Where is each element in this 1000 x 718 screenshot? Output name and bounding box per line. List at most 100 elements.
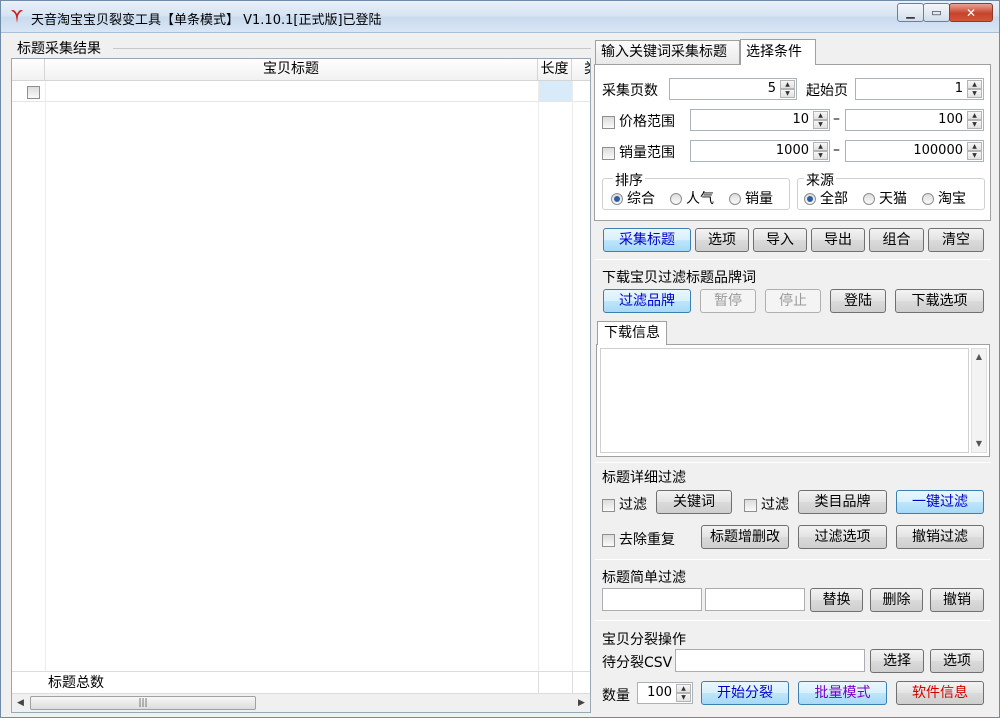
group-divider	[113, 48, 591, 49]
sort-radio-overall[interactable]: 综合	[611, 188, 655, 208]
scroll-up-icon[interactable]: ▲	[972, 349, 986, 365]
tab-keyword-collect[interactable]: 输入关键词采集标题	[595, 40, 740, 65]
combine-button[interactable]: 组合	[869, 228, 924, 252]
tab-conditions[interactable]: 选择条件	[740, 39, 816, 65]
export-button[interactable]: 导出	[811, 228, 865, 252]
detail-filter-title: 标题详细过滤	[602, 470, 686, 486]
source-radio-all[interactable]: 全部	[804, 188, 848, 208]
results-grid[interactable]: 宝贝标题 长度 类 标题总数 ◀ ||| ▶	[11, 58, 591, 713]
filter-keyword-checkbox[interactable]: 过滤	[602, 494, 647, 514]
window-title: 天音淘宝宝贝裂变工具【单条模式】 V1.10.1[正式版]已登陆	[31, 13, 382, 28]
undo-button[interactable]: 撤销	[930, 588, 984, 612]
simple-filter-replace-input[interactable]	[705, 588, 805, 611]
spin-down-icon[interactable]: ▼	[967, 120, 982, 129]
sort-group: 排序 综合 人气 销量	[602, 170, 790, 210]
source-radio-tmall[interactable]: 天猫	[863, 188, 907, 208]
filter-category-checkbox[interactable]: 过滤	[744, 494, 789, 514]
category-brand-button[interactable]: 类目品牌	[798, 490, 887, 514]
close-button[interactable]: ✕	[949, 3, 993, 22]
conditions-panel: 采集页数 5 ▲ ▼ 起始页 1 ▲ ▼ 价格范围 10 ▲ ▼ – 100 ▲ ▼ 销…	[594, 64, 991, 221]
count-spinner[interactable]: 100 ▲ ▼	[637, 682, 693, 704]
sort-radio-sales[interactable]: 销量	[729, 188, 773, 208]
csv-label: 待分裂CSV	[602, 655, 673, 671]
spin-down-icon[interactable]: ▼	[676, 693, 691, 702]
maximize-button[interactable]: ▭	[923, 3, 950, 22]
replace-button[interactable]: 替换	[810, 588, 863, 612]
download-options-button[interactable]: 下载选项	[895, 289, 984, 313]
spin-down-icon[interactable]: ▼	[780, 89, 795, 98]
sort-radio-popularity[interactable]: 人气	[670, 188, 714, 208]
one-click-filter-button[interactable]: 一键过滤	[896, 490, 984, 514]
app-window: 天音淘宝宝贝裂变工具【单条模式】 V1.10.1[正式版]已登陆 ▁ ▭ ✕ 标…	[0, 0, 1000, 718]
start-split-button[interactable]: 开始分裂	[701, 681, 789, 705]
length-cell	[538, 81, 572, 101]
software-info-button[interactable]: 软件信息	[896, 681, 984, 705]
grid-footer: 标题总数	[12, 671, 590, 694]
filter-brand-button[interactable]: 过滤品牌	[603, 289, 691, 313]
spin-up-icon[interactable]: ▲	[967, 142, 982, 151]
row-checkbox[interactable]	[27, 84, 40, 100]
sales-range-checkbox[interactable]: 销量范围	[602, 142, 675, 162]
batch-mode-button[interactable]: 批量模式	[798, 681, 887, 705]
spin-up-icon[interactable]: ▲	[676, 684, 691, 693]
spin-down-icon[interactable]: ▼	[967, 89, 982, 98]
download-info-textarea[interactable]	[600, 348, 969, 453]
tab-download-info[interactable]: 下载信息	[597, 321, 667, 345]
pages-spinner[interactable]: 5 ▲ ▼	[669, 78, 797, 100]
minimize-icon: ▁	[906, 6, 915, 19]
grid-header: 宝贝标题 长度 类	[12, 59, 590, 81]
delete-button[interactable]: 删除	[870, 588, 923, 612]
collect-titles-button[interactable]: 采集标题	[603, 228, 691, 252]
split-options-button[interactable]: 选项	[930, 649, 984, 673]
stop-button[interactable]: 停止	[765, 289, 821, 313]
horizontal-scrollbar[interactable]: ◀ ||| ▶	[12, 693, 590, 712]
undo-filter-button[interactable]: 撤销过滤	[896, 525, 984, 549]
column-header-length[interactable]: 长度	[538, 59, 572, 80]
scroll-down-icon[interactable]: ▼	[972, 436, 986, 452]
dedupe-checkbox[interactable]: 去除重复	[602, 529, 675, 549]
title-bar[interactable]: 天音淘宝宝贝裂变工具【单条模式】 V1.10.1[正式版]已登陆 ▁ ▭ ✕	[1, 1, 999, 33]
scroll-left-icon[interactable]: ◀	[12, 694, 29, 712]
price-max-spinner[interactable]: 100 ▲ ▼	[845, 109, 984, 131]
column-header-category[interactable]: 类	[572, 59, 590, 80]
login-button[interactable]: 登陆	[830, 289, 886, 313]
header-corner	[12, 59, 45, 80]
start-page-label: 起始页	[806, 83, 848, 99]
split-section-title: 宝贝分裂操作	[602, 632, 686, 648]
column-header-title[interactable]: 宝贝标题	[45, 59, 538, 80]
scroll-thumb[interactable]: |||	[30, 696, 256, 710]
scroll-right-icon[interactable]: ▶	[573, 694, 590, 712]
close-icon: ✕	[965, 5, 977, 20]
price-range-checkbox[interactable]: 价格范围	[602, 111, 675, 131]
keyword-button[interactable]: 关键词	[656, 490, 732, 514]
sales-min-spinner[interactable]: 1000 ▲ ▼	[690, 140, 830, 162]
simple-filter-find-input[interactable]	[602, 588, 702, 611]
import-button[interactable]: 导入	[753, 228, 807, 252]
filter-options-button[interactable]: 过滤选项	[798, 525, 887, 549]
download-section-title: 下载宝贝过滤标题品牌词	[602, 270, 756, 286]
start-page-spinner[interactable]: 1 ▲ ▼	[855, 78, 984, 100]
spin-down-icon[interactable]: ▼	[813, 120, 828, 129]
maximize-icon: ▭	[931, 6, 942, 19]
source-radio-taobao[interactable]: 淘宝	[922, 188, 966, 208]
minimize-button[interactable]: ▁	[897, 3, 924, 22]
sales-max-spinner[interactable]: 100000 ▲ ▼	[845, 140, 984, 162]
clear-button[interactable]: 清空	[928, 228, 984, 252]
spin-up-icon[interactable]: ▲	[813, 142, 828, 151]
spin-up-icon[interactable]: ▲	[780, 80, 795, 89]
csv-path-input[interactable]	[675, 649, 865, 672]
spin-up-icon[interactable]: ▲	[813, 111, 828, 120]
count-label: 数量	[602, 688, 630, 704]
spin-down-icon[interactable]: ▼	[967, 151, 982, 160]
select-csv-button[interactable]: 选择	[870, 649, 924, 673]
spin-down-icon[interactable]: ▼	[813, 151, 828, 160]
spin-up-icon[interactable]: ▲	[967, 80, 982, 89]
title-edit-button[interactable]: 标题增删改	[701, 525, 789, 549]
table-row[interactable]	[12, 81, 590, 102]
spin-up-icon[interactable]: ▲	[967, 111, 982, 120]
options-button[interactable]: 选项	[695, 228, 749, 252]
info-vertical-scrollbar[interactable]: ▲ ▼	[971, 348, 987, 453]
price-min-spinner[interactable]: 10 ▲ ▼	[690, 109, 830, 131]
source-group: 来源 全部 天猫 淘宝	[797, 170, 985, 210]
pause-button[interactable]: 暂停	[700, 289, 756, 313]
